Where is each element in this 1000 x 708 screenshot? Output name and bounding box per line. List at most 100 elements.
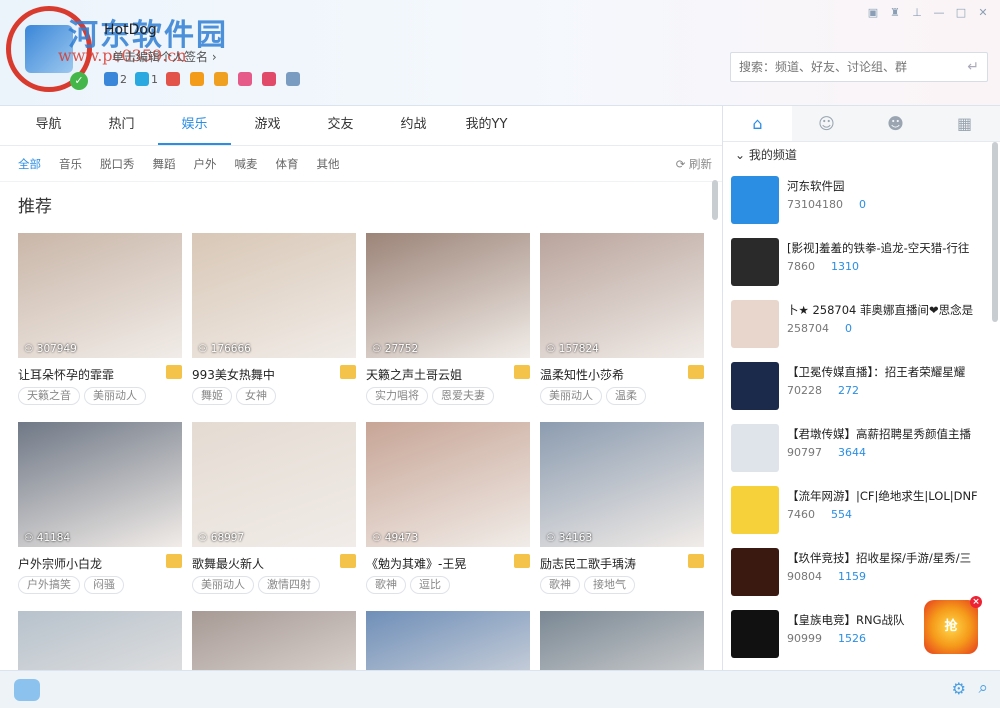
close-icon[interactable]: × xyxy=(970,596,982,608)
video-title[interactable]: 温柔知性小莎希 xyxy=(540,366,686,383)
video-thumbnail[interactable]: ⚇ 68997 xyxy=(192,422,356,547)
video-thumbnail[interactable]: ⚇ 27752 xyxy=(366,233,530,358)
subtab-2[interactable]: 脱口秀 xyxy=(100,156,135,172)
badge-item[interactable]: 2 xyxy=(104,72,127,86)
apps-icon[interactable]: ▦ xyxy=(930,106,999,141)
subtab-5[interactable]: 喊麦 xyxy=(235,156,258,172)
tab-1[interactable]: 热门 xyxy=(85,106,158,145)
username[interactable]: HotDog xyxy=(104,22,157,38)
maximize-icon[interactable]: □ xyxy=(954,6,968,20)
badge-item[interactable] xyxy=(190,72,206,86)
badge-item[interactable] xyxy=(238,72,254,86)
tag-chip[interactable]: 歌神 xyxy=(540,576,580,594)
video-thumbnail[interactable] xyxy=(366,611,530,670)
video-thumbnail[interactable]: ⚇ 41184 xyxy=(18,422,182,547)
video-title[interactable]: 励志民工歌手瑀涛 xyxy=(540,555,686,572)
video-card[interactable]: ⚇ 49473 《勉为其难》-王晃 歌神 逗比 xyxy=(366,422,530,594)
video-thumbnail[interactable]: ⚇ 307949 xyxy=(18,233,182,358)
video-title[interactable]: 让耳朵怀孕的霏霏 xyxy=(18,366,164,383)
channel-item[interactable]: 【玖伴竞技】招收星探/手游/星秀/三 90804 1159 xyxy=(731,548,993,598)
tag-chip[interactable]: 美丽动人 xyxy=(540,387,602,405)
subtab-4[interactable]: 户外 xyxy=(194,156,217,172)
subtab-3[interactable]: 舞蹈 xyxy=(153,156,176,172)
tag-chip[interactable]: 歌神 xyxy=(366,576,406,594)
video-card[interactable]: ⚇ 41184 户外宗师小白龙 户外搞笑 闷骚 xyxy=(18,422,182,594)
signature[interactable]: 单击编辑个人签名 › xyxy=(112,48,217,65)
video-card[interactable]: ⚇ 176666 993美女热舞中 舞姬 女神 xyxy=(192,233,356,405)
tag-chip[interactable]: 闷骚 xyxy=(84,576,124,594)
tag-chip[interactable]: 美丽动人 xyxy=(84,387,146,405)
pin-icon[interactable]: ⊥ xyxy=(910,6,924,20)
video-thumbnail[interactable]: ⚇ 176666 xyxy=(192,233,356,358)
tag-chip[interactable]: 逗比 xyxy=(410,576,450,594)
tab-0[interactable]: 导航 xyxy=(12,106,85,145)
person-icon[interactable]: ☺ xyxy=(792,106,861,141)
scrollbar[interactable] xyxy=(712,180,718,220)
minimize-icon[interactable]: — xyxy=(932,6,946,20)
tag-chip[interactable]: 接地气 xyxy=(584,576,635,594)
close-icon[interactable]: ✕ xyxy=(976,6,990,20)
channel-item[interactable]: 卜★ 258704 菲奥娜直播间❤思念是 258704 0 xyxy=(731,300,993,350)
tag-chip[interactable]: 恩爱夫妻 xyxy=(432,387,494,405)
video-card[interactable]: ⚇ 307949 让耳朵怀孕的霏霏 天籁之音 美丽动人 xyxy=(18,233,182,405)
mascot-icon[interactable] xyxy=(14,679,40,701)
subtab-0[interactable]: 全部 xyxy=(18,156,41,172)
channel-item[interactable]: 河东软件园 73104180 0 xyxy=(731,176,993,226)
video-title[interactable]: 《勉为其难》-王晃 xyxy=(366,555,512,572)
tag-chip[interactable]: 舞姬 xyxy=(192,387,232,405)
online-status-icon[interactable]: ✓ xyxy=(70,72,88,90)
channel-item[interactable]: 【君墩传媒】高薪招聘星秀颜值主播 90797 3644 xyxy=(731,424,993,474)
subtab-6[interactable]: 体育 xyxy=(276,156,299,172)
channel-item[interactable]: 【流年网游】|CF|绝地求生|LOL|DNF 7460 554 xyxy=(731,486,993,536)
tab-6[interactable]: 我的YY xyxy=(450,106,523,145)
tag-chip[interactable]: 激情四射 xyxy=(258,576,320,594)
search-input[interactable] xyxy=(731,53,951,81)
video-thumbnail[interactable]: ⚇ 49473 xyxy=(366,422,530,547)
friends-icon[interactable]: ☻ xyxy=(861,106,930,141)
video-card[interactable]: ⚇ 68997 歌舞最火新人 美丽动人 激情四射 xyxy=(192,422,356,594)
search-box[interactable]: ↵ xyxy=(730,52,988,82)
red-packet-button[interactable]: 抢 × xyxy=(924,596,982,654)
badge-item[interactable] xyxy=(166,72,182,86)
video-card[interactable]: ⚇ 157824 温柔知性小莎希 美丽动人 温柔 xyxy=(540,233,704,405)
tag-chip[interactable]: 美丽动人 xyxy=(192,576,254,594)
my-channels-header[interactable]: ⌄ 我的频道 xyxy=(723,142,1000,168)
tag-chip[interactable]: 女神 xyxy=(236,387,276,405)
video-card[interactable] xyxy=(540,611,704,670)
subtab-7[interactable]: 其他 xyxy=(317,156,340,172)
tab-4[interactable]: 交友 xyxy=(304,106,377,145)
badge-item[interactable] xyxy=(262,72,278,86)
video-card[interactable]: ⚇ 34163 励志民工歌手瑀涛 歌神 接地气 xyxy=(540,422,704,594)
video-title[interactable]: 歌舞最火新人 xyxy=(192,555,338,572)
tag-chip[interactable]: 实力唱将 xyxy=(366,387,428,405)
video-title[interactable]: 993美女热舞中 xyxy=(192,366,338,383)
badge-item[interactable] xyxy=(286,72,302,86)
video-card[interactable] xyxy=(192,611,356,670)
video-thumbnail[interactable] xyxy=(192,611,356,670)
video-card[interactable] xyxy=(366,611,530,670)
tab-5[interactable]: 约战 xyxy=(377,106,450,145)
tab-3[interactable]: 游戏 xyxy=(231,106,304,145)
video-card[interactable]: ⚇ 27752 天籁之声土哥云姐 实力唱将 恩爱夫妻 xyxy=(366,233,530,405)
video-title[interactable]: 天籁之声土哥云姐 xyxy=(366,366,512,383)
gear-icon[interactable]: ⚙ xyxy=(952,679,966,698)
channel-item[interactable]: 【卫冕传媒直播】：招王者荣耀星耀 70228 272 xyxy=(731,362,993,412)
tag-chip[interactable]: 温柔 xyxy=(606,387,646,405)
skin-icon[interactable]: ▣ xyxy=(866,6,880,20)
video-thumbnail[interactable]: ⚇ 157824 xyxy=(540,233,704,358)
channel-item[interactable]: [影视]羞羞的铁拳-追龙-空天猎-行往 7860 1310 xyxy=(731,238,993,288)
tab-2[interactable]: 娱乐 xyxy=(158,106,231,145)
search-icon[interactable]: ⌕ xyxy=(978,678,988,698)
enter-icon[interactable]: ↵ xyxy=(967,59,979,75)
refresh-button[interactable]: ⟳ 刷新 xyxy=(676,156,712,172)
subtab-1[interactable]: 音乐 xyxy=(59,156,82,172)
tag-chip[interactable]: 天籁之音 xyxy=(18,387,80,405)
video-card[interactable] xyxy=(18,611,182,670)
right-scrollbar[interactable] xyxy=(992,142,998,322)
video-thumbnail[interactable] xyxy=(540,611,704,670)
badge-item[interactable]: 1 xyxy=(135,72,158,86)
video-title[interactable]: 户外宗师小白龙 xyxy=(18,555,164,572)
tag-chip[interactable]: 户外搞笑 xyxy=(18,576,80,594)
home-icon[interactable]: ⌂ xyxy=(723,106,792,141)
video-thumbnail[interactable] xyxy=(18,611,182,670)
